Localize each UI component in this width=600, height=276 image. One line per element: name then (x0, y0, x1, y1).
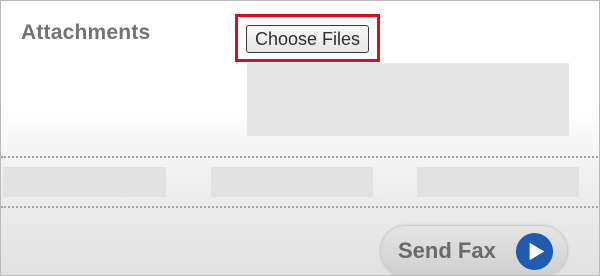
divider (1, 156, 599, 158)
send-fax-button[interactable]: Send Fax (381, 226, 567, 275)
form-field[interactable] (3, 167, 166, 197)
attachments-label: Attachments (21, 21, 151, 44)
fax-form: Attachments Choose Files Send Fax (0, 0, 600, 276)
form-field[interactable] (417, 167, 579, 197)
play-circle-icon (515, 232, 554, 271)
choose-files-button[interactable]: Choose Files (246, 25, 369, 53)
divider (1, 206, 599, 208)
file-drop-area[interactable] (247, 63, 569, 136)
send-fax-label: Send Fax (398, 238, 496, 263)
form-field[interactable] (211, 167, 373, 197)
